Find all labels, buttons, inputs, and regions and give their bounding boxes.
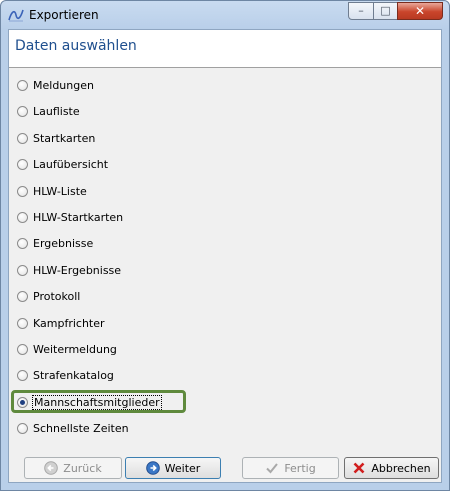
radio-unchecked-icon[interactable]	[17, 369, 28, 381]
arrow-right-icon	[145, 461, 160, 475]
radio-unchecked-icon[interactable]	[17, 79, 28, 91]
option-meldungen[interactable]: Meldungen	[17, 75, 94, 95]
cancel-button[interactable]: Abbrechen	[344, 457, 439, 479]
finish-button[interactable]: Fertig	[242, 457, 339, 479]
option-label: Laufübersicht	[33, 157, 109, 171]
option-kampfrichter[interactable]: Kampfrichter	[17, 313, 105, 333]
option-label: Schnellste Zeiten	[33, 421, 129, 435]
maximize-button[interactable]: □	[373, 2, 398, 20]
radio-unchecked-icon[interactable]	[17, 185, 28, 197]
option-startkarten[interactable]: Startkarten	[17, 128, 95, 148]
radio-unchecked-icon[interactable]	[17, 158, 28, 170]
arrow-left-icon	[44, 461, 59, 475]
radio-unchecked-icon[interactable]	[17, 422, 28, 434]
option-label: HLW-Liste	[33, 184, 87, 198]
option-schnellste-zeiten[interactable]: Schnellste Zeiten	[17, 418, 129, 438]
radio-unchecked-icon[interactable]	[17, 132, 28, 144]
option-label: Ergebnisse	[33, 236, 94, 250]
option-strafenkatalog[interactable]: Strafenkatalog	[17, 365, 114, 385]
option-hlw-liste[interactable]: HLW-Liste	[17, 181, 87, 201]
option-label: Startkarten	[33, 131, 96, 145]
export-dialog: Exportieren – □ ✕ Daten auswählen Meldun…	[0, 0, 450, 491]
checkmark-icon	[266, 463, 279, 474]
close-window-button[interactable]: ✕	[397, 2, 443, 20]
radio-unchecked-icon[interactable]	[17, 211, 28, 223]
radio-unchecked-icon[interactable]	[17, 237, 28, 249]
back-button[interactable]: Zurück	[24, 457, 122, 479]
radio-unchecked-icon[interactable]	[17, 105, 28, 117]
option-weitermeldung[interactable]: Weitermeldung	[17, 339, 117, 359]
page-title: Daten auswählen	[15, 38, 137, 54]
dialog-client-area: Daten auswählen Meldungen Laufliste Startk…	[8, 29, 442, 483]
button-bar: Zurück Weiter Fertig Abbrechen	[9, 450, 441, 480]
header-panel: Daten auswählen	[9, 30, 441, 68]
radio-unchecked-icon[interactable]	[17, 343, 28, 355]
option-label: Strafenkatalog	[33, 368, 114, 382]
radio-unchecked-icon[interactable]	[17, 264, 28, 276]
option-label: Meldungen	[33, 78, 94, 92]
selection-highlight	[11, 390, 186, 413]
cancel-label: Abbrechen	[371, 461, 431, 475]
next-label: Weiter	[164, 461, 201, 475]
close-icon	[353, 462, 365, 474]
finish-label: Fertig	[284, 461, 316, 475]
window-title: Exportieren	[29, 8, 99, 22]
radio-unchecked-icon[interactable]	[17, 317, 28, 329]
app-icon	[8, 9, 24, 22]
option-label: HLW-Ergebnisse	[33, 263, 122, 277]
option-label: Kampfrichter	[33, 316, 105, 330]
option-label: Laufliste	[33, 104, 80, 118]
minimize-icon: –	[358, 4, 364, 17]
option-laufübersicht[interactable]: Laufübersicht	[17, 154, 108, 174]
option-ergebnisse[interactable]: Ergebnisse	[17, 233, 93, 253]
maximize-icon: □	[380, 4, 391, 17]
minimize-button[interactable]: –	[348, 2, 374, 20]
option-label: HLW-Startkarten	[33, 210, 124, 224]
title-bar[interactable]: Exportieren – □ ✕	[1, 1, 449, 29]
option-protokoll[interactable]: Protokoll	[17, 286, 80, 306]
option-hlw-ergebnisse[interactable]: HLW-Ergebnisse	[17, 260, 121, 280]
radio-unchecked-icon[interactable]	[17, 290, 28, 302]
close-icon: ✕	[414, 4, 426, 18]
next-button[interactable]: Weiter	[125, 457, 221, 479]
option-hlw-startkarten[interactable]: HLW-Startkarten	[17, 207, 123, 227]
option-label: Weitermeldung	[33, 342, 117, 356]
option-label: Protokoll	[33, 289, 81, 303]
option-laufliste[interactable]: Laufliste	[17, 101, 80, 121]
back-label: Zurück	[63, 461, 102, 475]
